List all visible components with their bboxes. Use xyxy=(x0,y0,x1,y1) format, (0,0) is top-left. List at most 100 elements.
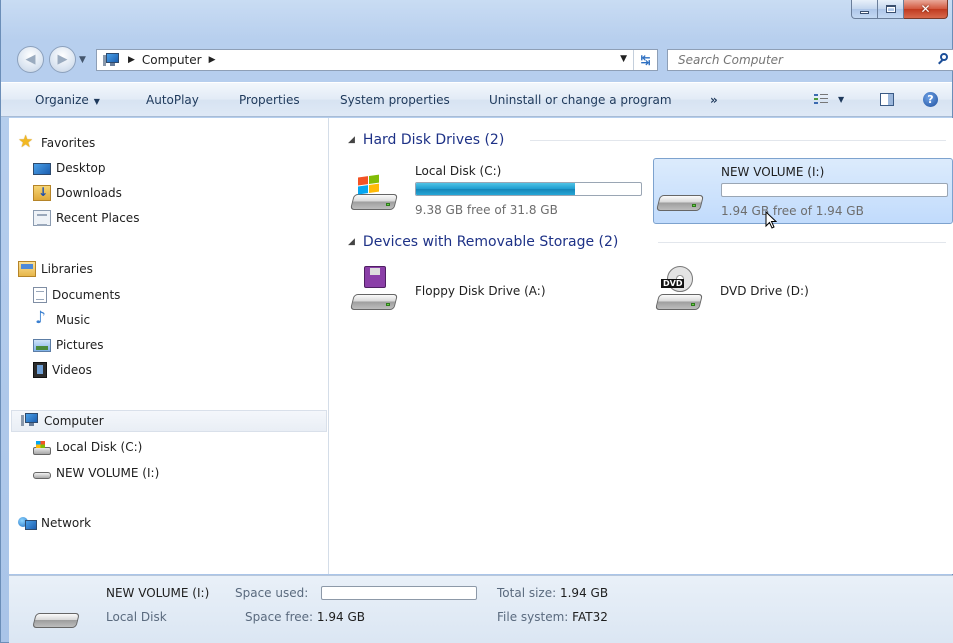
breadcrumb-separator-icon[interactable]: ▶ xyxy=(128,55,135,65)
search-box[interactable] xyxy=(667,49,953,71)
nav-music[interactable]: Music xyxy=(9,308,327,331)
nav-libraries[interactable]: Libraries xyxy=(9,258,327,280)
star-icon xyxy=(18,132,36,152)
drive-tile-new-volume-i[interactable]: NEW VOLUME (I:) 1.94 GB free of 1.94 GB xyxy=(653,158,953,224)
drive-free-text: 1.94 GB free of 1.94 GB xyxy=(721,204,864,218)
breadcrumb-separator-icon[interactable]: ▶ xyxy=(209,55,216,65)
nav-downloads[interactable]: Downloads xyxy=(9,182,327,204)
refresh-button[interactable]: ↹ xyxy=(633,50,657,70)
minimize-button[interactable] xyxy=(851,0,878,19)
details-total-size: Total size: 1.94 GB xyxy=(497,586,608,600)
system-properties-button[interactable]: System properties xyxy=(340,93,450,107)
change-view-button[interactable]: ▼ xyxy=(814,93,844,106)
address-dropdown-icon[interactable]: ▼ xyxy=(620,54,627,64)
details-value: FAT32 xyxy=(572,610,608,624)
maximize-button[interactable] xyxy=(878,0,904,19)
drive-tile-local-disk-c[interactable]: Local Disk (C:) 9.38 GB free of 31.8 GB xyxy=(348,158,648,224)
nav-label: Libraries xyxy=(41,262,93,276)
view-options-icon xyxy=(814,93,828,106)
windows-drive-icon xyxy=(350,174,398,214)
search-icon[interactable] xyxy=(937,53,949,65)
details-space-free: Space free: 1.94 GB xyxy=(245,610,365,624)
address-bar[interactable]: ▶ Computer ▶ ▼ ↹ xyxy=(96,49,658,71)
floppy-drive-icon xyxy=(350,266,398,314)
nav-new-volume-i[interactable]: NEW VOLUME (I:) xyxy=(9,462,327,484)
group-header-hard-disk-drives[interactable]: ◢ Hard Disk Drives (2) xyxy=(348,130,504,150)
back-button[interactable]: ◀ xyxy=(17,46,44,73)
documents-icon xyxy=(33,287,47,303)
nav-documents[interactable]: Documents xyxy=(9,284,327,306)
nav-label: Network xyxy=(41,516,92,530)
group-header-removable-storage[interactable]: ◢ Devices with Removable Storage (2) xyxy=(348,232,618,252)
mouse-pointer-icon xyxy=(765,211,777,229)
content-pane: ◢ Hard Disk Drives (2) Local Disk (C:) 9… xyxy=(330,118,953,574)
organize-button[interactable]: Organize ▼ xyxy=(35,93,100,107)
details-label: Total size: xyxy=(497,586,557,600)
close-button[interactable]: ✕ xyxy=(904,0,948,19)
nav-desktop[interactable]: Desktop xyxy=(9,157,327,179)
nav-computer[interactable]: Computer xyxy=(11,410,327,432)
drive-usage-bar xyxy=(415,182,642,196)
videos-icon xyxy=(33,362,47,378)
network-icon xyxy=(18,515,37,531)
uninstall-program-button[interactable]: Uninstall or change a program xyxy=(489,93,672,107)
command-bar: Organize ▼ AutoPlay Properties System pro… xyxy=(1,82,952,117)
drive-name: NEW VOLUME (I:) xyxy=(721,165,825,179)
nav-label: Desktop xyxy=(56,161,106,175)
preview-pane-icon[interactable] xyxy=(880,93,894,106)
refresh-icon: ↹ xyxy=(640,53,651,67)
breadcrumb-computer[interactable]: Computer xyxy=(142,53,202,67)
recent-pages-dropdown[interactable]: ▼ xyxy=(79,55,86,65)
details-label: Space used: xyxy=(235,586,309,600)
caption-buttons: ✕ xyxy=(851,0,948,20)
windows-drive-icon xyxy=(33,440,51,455)
details-drive-type: Local Disk xyxy=(106,610,167,624)
nav-recent-places[interactable]: Recent Places xyxy=(9,207,327,229)
nav-pictures[interactable]: Pictures xyxy=(9,334,327,356)
nav-label: Local Disk (C:) xyxy=(56,440,143,454)
more-commands-button[interactable]: » xyxy=(710,93,718,107)
details-value: 1.94 GB xyxy=(316,610,365,624)
nav-label: Pictures xyxy=(56,338,104,352)
autoplay-button[interactable]: AutoPlay xyxy=(146,93,199,107)
group-divider xyxy=(530,140,946,141)
desktop-icon xyxy=(33,163,51,175)
search-input[interactable] xyxy=(678,53,918,67)
hard-drive-icon xyxy=(32,598,80,628)
help-icon[interactable]: ? xyxy=(923,92,938,107)
nav-favorites[interactable]: Favorites xyxy=(9,132,327,154)
pictures-icon xyxy=(33,339,51,352)
hard-drive-icon xyxy=(656,175,704,215)
drive-tile-dvd-d[interactable]: DVD DVD Drive (D:) xyxy=(653,264,953,330)
nav-label: NEW VOLUME (I:) xyxy=(56,466,160,480)
collapse-triangle-icon[interactable]: ◢ xyxy=(348,135,355,145)
nav-label: Videos xyxy=(52,363,92,377)
recent-places-icon xyxy=(33,210,51,226)
navigation-pane: Favorites Desktop Downloads Recent Place… xyxy=(9,118,329,574)
properties-button[interactable]: Properties xyxy=(239,93,300,107)
group-header-label: Devices with Removable Storage (2) xyxy=(362,234,619,250)
maximize-icon xyxy=(885,5,896,13)
explorer-window: ✕ ◀ ▶ ▼ ▶ Computer ▶ ▼ ↹ Organize ▼ AutoP… xyxy=(0,0,953,643)
nav-local-disk-c[interactable]: Local Disk (C:) xyxy=(9,436,327,458)
minimize-icon xyxy=(860,10,869,14)
group-header-label: Hard Disk Drives (2) xyxy=(362,132,505,148)
drive-name: Floppy Disk Drive (A:) xyxy=(415,284,546,298)
close-icon: ✕ xyxy=(920,2,931,16)
dvd-badge: DVD xyxy=(661,279,685,288)
details-drive-name: NEW VOLUME (I:) xyxy=(106,586,210,600)
nav-label: Recent Places xyxy=(56,211,140,225)
nav-network[interactable]: Network xyxy=(9,512,327,534)
forward-arrow-icon: ▶ xyxy=(57,52,68,67)
computer-icon xyxy=(103,53,121,67)
forward-button[interactable]: ▶ xyxy=(49,46,76,73)
details-label: Space free: xyxy=(245,610,314,624)
details-value: 1.94 GB xyxy=(559,586,609,600)
nav-videos[interactable]: Videos xyxy=(9,359,327,381)
drive-name: Local Disk (C:) xyxy=(415,164,502,178)
collapse-triangle-icon[interactable]: ◢ xyxy=(348,237,355,247)
nav-label: Favorites xyxy=(41,136,96,150)
drive-free-text: 9.38 GB free of 31.8 GB xyxy=(415,203,558,217)
drive-tile-floppy-a[interactable]: Floppy Disk Drive (A:) xyxy=(348,264,648,330)
chevron-down-icon: ▼ xyxy=(838,95,845,104)
